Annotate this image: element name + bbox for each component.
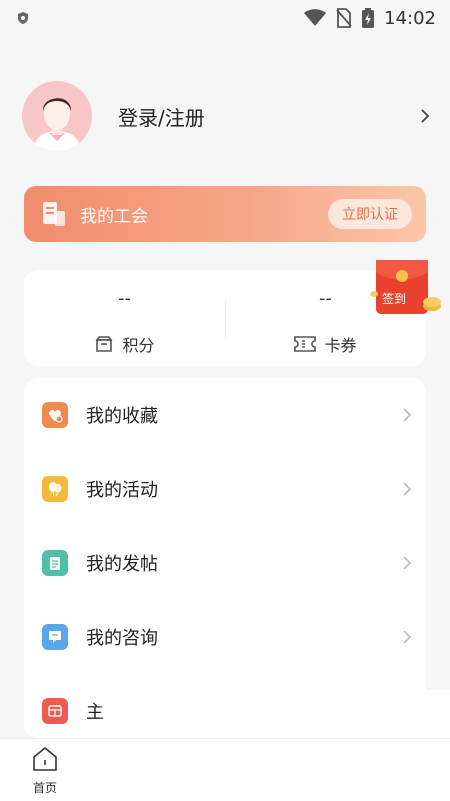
avatar[interactable]: [22, 81, 92, 151]
chevron-right-icon[interactable]: [418, 109, 432, 123]
chevron-right-icon: [403, 408, 412, 422]
my-union-card[interactable]: 我的工会 立即认证: [24, 186, 426, 242]
coupon-ticket-icon: [294, 336, 317, 352]
red-envelope-icon: [370, 260, 441, 314]
chevron-right-icon: [403, 482, 412, 496]
home-icon: [33, 747, 57, 771]
homepage-icon: [42, 698, 68, 724]
menu-item-posts[interactable]: 我的发帖: [24, 526, 426, 600]
tab-home-label: 首页: [32, 781, 57, 795]
union-document-icon: [43, 202, 65, 226]
login-row[interactable]: 登录/注册: [22, 76, 432, 156]
points-icon: [95, 336, 113, 352]
my-union-label: 我的工会: [80, 206, 148, 227]
chevron-right-icon: [403, 630, 412, 644]
status-bar: 14:02: [0, 0, 450, 36]
menu-item-consultations[interactable]: 我的咨询: [24, 600, 426, 674]
status-time: 14:02: [384, 7, 436, 29]
login-register-link[interactable]: 登录/注册: [118, 102, 418, 131]
no-sim-icon: [336, 8, 352, 28]
balloon-icon: [42, 476, 68, 502]
battery-charging-icon: [362, 8, 375, 28]
chevron-right-icon: [403, 556, 412, 570]
wifi-icon: [304, 9, 327, 26]
verify-now-button[interactable]: 立即认证: [328, 199, 412, 229]
clipboard-icon: [42, 550, 68, 576]
union-section: 我的工会 立即认证: [0, 180, 450, 250]
signin-label: 签到: [382, 292, 407, 306]
default-avatar-icon: [35, 98, 79, 151]
menu-item-activities[interactable]: 我的活动: [24, 452, 426, 526]
menu-item-favorites[interactable]: 我的收藏: [24, 378, 426, 452]
chat-icon: [42, 624, 68, 650]
coupons-label: 卡券: [324, 336, 357, 355]
menu-list: 我的收藏 我的活动 我的发帖 我的咨询 主: [24, 378, 426, 738]
bottom-tab-bar: 首页: [0, 738, 450, 801]
points-value: --: [118, 288, 131, 309]
tab-home[interactable]: 首页: [24, 745, 66, 797]
shield-icon: [18, 12, 28, 24]
favorite-heart-icon: [42, 402, 68, 428]
stats-card: -- 积分 -- 卡券: [24, 270, 426, 366]
points-stat[interactable]: -- 积分: [24, 270, 225, 366]
points-label: 积分: [122, 336, 155, 355]
signin-badge[interactable]: 签到: [370, 258, 442, 320]
loading-fade-overlay: [100, 690, 450, 740]
